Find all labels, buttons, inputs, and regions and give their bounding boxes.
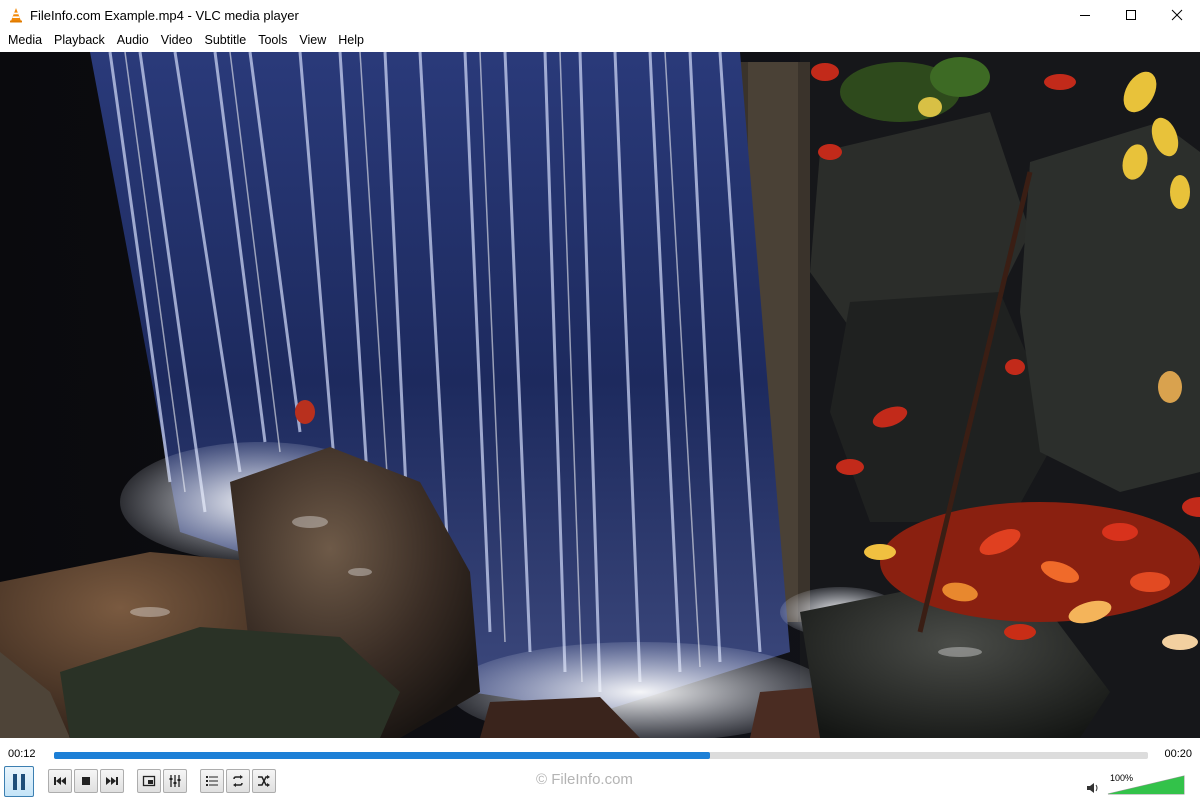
menu-media[interactable]: Media (2, 30, 48, 50)
video-display[interactable] (0, 52, 1200, 738)
play-pause-button[interactable] (4, 766, 34, 797)
close-icon (1171, 9, 1183, 21)
watermark-text: © FileInfo.com (536, 771, 633, 788)
seek-row: 00:12 00:20 (0, 745, 1200, 765)
menu-playback[interactable]: Playback (48, 30, 111, 50)
maximize-button[interactable] (1108, 0, 1154, 30)
close-button[interactable] (1154, 0, 1200, 30)
shuffle-button[interactable] (252, 769, 276, 793)
video-frame-image (0, 52, 1200, 738)
window-controls (1062, 0, 1200, 30)
volume-slider[interactable] (1106, 773, 1186, 795)
menu-video[interactable]: Video (155, 30, 199, 50)
total-time: 00:20 (1164, 748, 1192, 760)
playlist-icon (206, 776, 218, 786)
loop-button[interactable] (226, 769, 250, 793)
previous-button[interactable] (48, 769, 72, 793)
vlc-cone-icon (10, 8, 22, 23)
next-icon (106, 777, 118, 785)
minimize-icon (1080, 15, 1090, 16)
menu-view[interactable]: View (293, 30, 332, 50)
playlist-button[interactable] (200, 769, 224, 793)
minimize-button[interactable] (1062, 0, 1108, 30)
menu-tools[interactable]: Tools (252, 30, 293, 50)
elapsed-time: 00:12 (8, 748, 36, 760)
next-button[interactable] (100, 769, 124, 793)
seek-progress-fill (54, 752, 711, 759)
maximize-icon (1126, 10, 1136, 20)
previous-icon (54, 777, 66, 785)
menu-bar: Media Playback Audio Video Subtitle Tool… (0, 30, 1200, 50)
shuffle-icon (258, 775, 270, 787)
extended-settings-icon (169, 775, 181, 787)
title-bar: FileInfo.com Example.mp4 - VLC media pla… (0, 0, 1200, 30)
menu-help[interactable]: Help (332, 30, 370, 50)
fullscreen-button[interactable] (137, 769, 161, 793)
menu-audio[interactable]: Audio (111, 30, 155, 50)
speaker-icon[interactable] (1086, 781, 1100, 795)
menu-subtitle[interactable]: Subtitle (199, 30, 253, 50)
stop-icon (82, 777, 90, 785)
seek-slider[interactable] (54, 752, 1148, 759)
stop-button[interactable] (74, 769, 98, 793)
extended-settings-button[interactable] (163, 769, 187, 793)
fullscreen-icon (142, 775, 156, 787)
pause-icon (13, 773, 25, 790)
window-title: FileInfo.com Example.mp4 - VLC media pla… (30, 7, 299, 23)
loop-icon (233, 775, 243, 787)
control-bar: © FileInfo.com 100% (0, 765, 1200, 800)
